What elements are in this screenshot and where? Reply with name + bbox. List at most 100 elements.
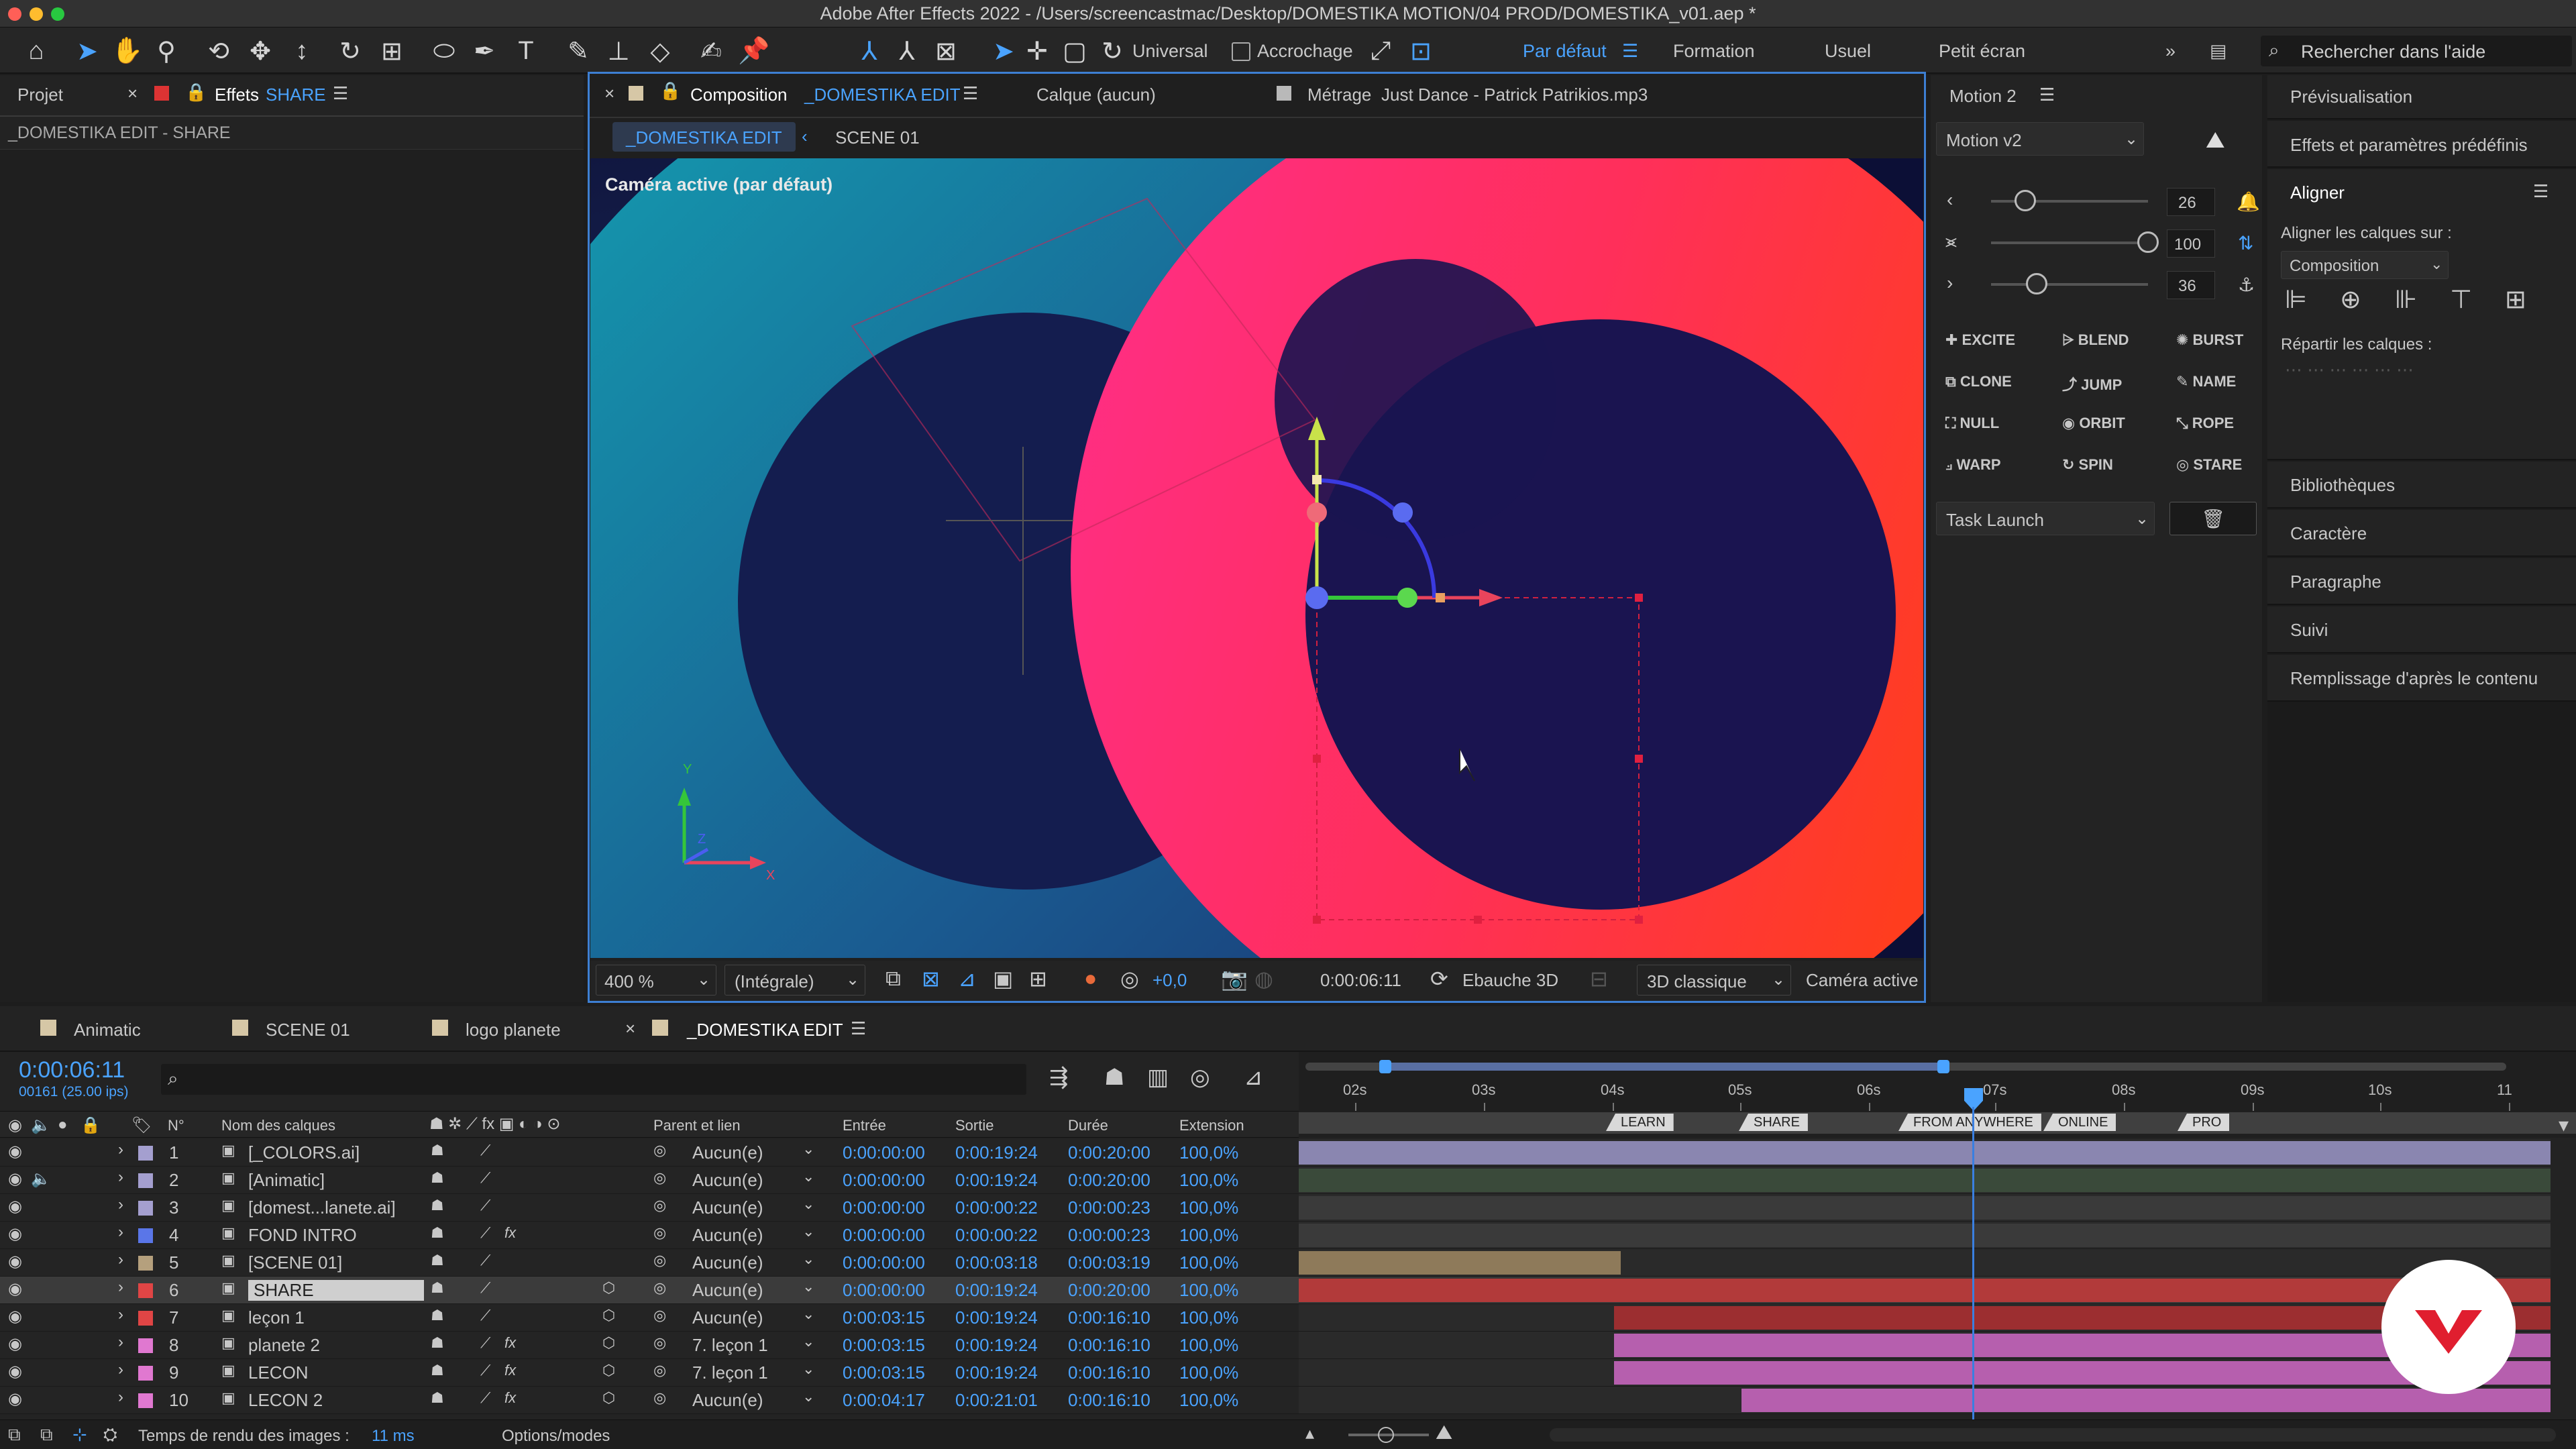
region-of-interest-icon[interactable]: ▣: [993, 966, 1013, 991]
label-color-swatch[interactable]: [138, 1366, 153, 1381]
quality-switch-icon[interactable]: ⟋: [480, 1362, 490, 1379]
label-color-swatch[interactable]: [138, 1311, 153, 1326]
layer-in-point[interactable]: 0:00:03:15: [843, 1362, 925, 1383]
eye-icon[interactable]: ◉: [8, 1252, 22, 1271]
shy-switch-icon[interactable]: ☗: [431, 1197, 444, 1214]
quality-switch-icon[interactable]: ⟋: [480, 1389, 490, 1407]
lock-icon[interactable]: 🔒: [659, 80, 681, 101]
close-comp-tab-icon[interactable]: ×: [604, 83, 614, 104]
jump-button[interactable]: ⤴ JUMP: [2062, 373, 2122, 394]
name-button[interactable]: ✎ NAME: [2176, 373, 2236, 390]
shy-switch-icon[interactable]: ☗: [431, 1252, 444, 1269]
close-tab-icon[interactable]: ×: [625, 1018, 635, 1039]
stamp-tool-icon[interactable]: ⊥: [601, 34, 636, 68]
sync-settings-icon[interactable]: ▤: [2210, 41, 2227, 62]
layer-stretch[interactable]: 100,0%: [1179, 1335, 1238, 1356]
frame-blending-icon[interactable]: ▥: [1147, 1064, 1169, 1091]
dolly-tool-icon[interactable]: ↕: [284, 34, 319, 68]
layer-out-point[interactable]: 0:00:19:24: [955, 1280, 1038, 1301]
comp-marker[interactable]: LEARN: [1606, 1114, 1674, 1131]
parent-dropdown[interactable]: Aucun(e): [692, 1225, 763, 1246]
slider-ease-in-thumb[interactable]: [2015, 190, 2037, 211]
3d-layer-icon[interactable]: ⬡: [602, 1362, 615, 1379]
layer-duration[interactable]: 0:00:20:00: [1068, 1142, 1150, 1163]
panel-menu-icon[interactable]: ☰: [963, 83, 978, 104]
excite-button[interactable]: ✚ EXCITE: [1945, 331, 2015, 349]
zoom-in-icon[interactable]: ⛰: [1436, 1421, 1452, 1444]
chevron-right-icon[interactable]: ›: [118, 1250, 123, 1269]
layer-row[interactable]: ◉ › 9 ▣ LECON ☗ ⟋ fx ⬡ ◎ 7. leçon 1 ⌄ 0:00:03:15 0:00…: [0, 1359, 1299, 1387]
eye-icon[interactable]: ◉: [8, 1334, 22, 1354]
label-color-swatch[interactable]: [138, 1393, 153, 1408]
layer-row[interactable]: ◉ › 3 ▣ [domest...lanete.ai] ☗ ⟋ ◎ Aucun(e) ⌄ 0:00…: [0, 1194, 1299, 1222]
layer-stretch[interactable]: 100,0%: [1179, 1225, 1238, 1246]
eye-icon[interactable]: ◉: [8, 1116, 22, 1135]
workspace-usuel[interactable]: Usuel: [1825, 41, 1871, 62]
pick-whip-icon[interactable]: ◎: [653, 1142, 666, 1159]
parent-dropdown[interactable]: Aucun(e): [692, 1280, 763, 1301]
pick-whip-icon[interactable]: ◎: [653, 1362, 666, 1379]
layer-in-point[interactable]: 0:00:00:00: [843, 1225, 925, 1246]
zoom-tool-icon[interactable]: ⚲: [149, 34, 184, 68]
audio-icon[interactable]: 🔈: [31, 1169, 51, 1189]
blend-button[interactable]: ⩥ BLEND: [2062, 331, 2129, 349]
timeline-scrollbar[interactable]: [1550, 1428, 2556, 1442]
comp-marker[interactable]: PRO: [2178, 1114, 2230, 1131]
quality-switch-icon[interactable]: ⟋: [480, 1334, 490, 1352]
world-axis-icon[interactable]: ⅄: [890, 34, 924, 68]
resolution-dropdown[interactable]: (Intégrale) ⌄: [724, 965, 865, 996]
layer-tab[interactable]: Calque (aucun): [1036, 85, 1156, 105]
comp-marker[interactable]: ONLINE: [2043, 1114, 2116, 1131]
fast-preview-icon[interactable]: ⧉: [885, 966, 901, 991]
swap-icon[interactable]: ⇅: [2238, 232, 2253, 254]
layer-name[interactable]: leçon 1: [248, 1307, 305, 1328]
pick-whip-icon[interactable]: ◎: [653, 1224, 666, 1242]
chevron-right-icon[interactable]: ›: [118, 1360, 123, 1379]
chevron-right-icon[interactable]: ›: [118, 1388, 123, 1407]
comp-nav-child[interactable]: SCENE 01: [835, 127, 920, 148]
3d-layer-icon[interactable]: ⬡: [602, 1334, 615, 1352]
view-axis-icon[interactable]: ⊠: [928, 34, 963, 68]
3d-layer-icon[interactable]: ⬡: [602, 1279, 615, 1297]
layer-out-point[interactable]: 0:00:19:24: [955, 1307, 1038, 1328]
rope-button[interactable]: ⤡ ROPE: [2176, 415, 2234, 432]
parent-dropdown[interactable]: Aucun(e): [692, 1390, 763, 1411]
layer-row[interactable]: ◉ › 1 ▣ [_COLORS.ai] ☗ ⟋ ◎ Aucun(e) ⌄ 0:00:00:00 0:…: [0, 1139, 1299, 1167]
pick-whip-icon[interactable]: ◎: [653, 1307, 666, 1324]
panel-menu-icon[interactable]: ☰: [851, 1018, 866, 1039]
snapshot-icon[interactable]: 📷: [1221, 966, 1248, 991]
shy-layers-icon[interactable]: ☗: [1104, 1064, 1124, 1091]
help-search[interactable]: ⌕ Rechercher dans l'aide: [2261, 36, 2572, 66]
ellipse-tool-icon[interactable]: ⬭: [427, 34, 462, 68]
slider-ease-out-thumb[interactable]: [2025, 273, 2047, 294]
pan-tool-icon[interactable]: ✥: [243, 34, 278, 68]
layer-duration[interactable]: 0:00:03:19: [1068, 1252, 1150, 1273]
composition-viewer[interactable]: Caméra active (par défaut) Y X Z: [590, 158, 1923, 958]
libraries-section[interactable]: Bibliothèques: [2267, 462, 2576, 508]
layer-search-input[interactable]: ⌕: [161, 1064, 1026, 1095]
layer-row[interactable]: ◉ › 5 ▣ [SCENE 01] ☗ ⟋ ◎ Aucun(e) ⌄ 0:00:00:00 0:00…: [0, 1249, 1299, 1277]
slider-ease-in-value[interactable]: 26: [2167, 188, 2215, 216]
grid-guides-icon[interactable]: ⊞: [1029, 966, 1047, 991]
render-status-icon[interactable]: ⧉: [8, 1424, 21, 1446]
layer-name[interactable]: LECON: [248, 1362, 309, 1383]
footage-tab-name[interactable]: Just Dance - Patrick Patrikios.mp3: [1381, 85, 1648, 105]
shy-switch-icon[interactable]: ☗: [431, 1142, 444, 1159]
mountains-icon[interactable]: ⛰: [2206, 127, 2225, 154]
brush-tool-icon[interactable]: ✎: [561, 34, 596, 68]
close-tab-icon[interactable]: ×: [127, 83, 138, 104]
transparency-grid-icon[interactable]: ⊠: [922, 966, 940, 991]
eye-icon[interactable]: ◉: [8, 1389, 22, 1409]
universal-move-icon[interactable]: ✛: [1020, 34, 1055, 68]
layer-in-point[interactable]: 0:00:00:00: [843, 1170, 925, 1191]
layer-in-point[interactable]: 0:00:00:00: [843, 1197, 925, 1218]
quality-switch-icon[interactable]: ⟋: [480, 1142, 490, 1159]
layer-switches-icon[interactable]: ⧉: [40, 1424, 53, 1446]
render-time-icon[interactable]: ⛭: [103, 1424, 117, 1446]
rotate-tool-icon[interactable]: ↻: [333, 34, 368, 68]
quality-switch-icon[interactable]: ⟋: [480, 1279, 490, 1297]
motion-version-dropdown[interactable]: Motion v2 ⌄: [1936, 122, 2144, 156]
pick-whip-icon[interactable]: ◎: [653, 1334, 666, 1352]
layer-out-point[interactable]: 0:00:19:24: [955, 1142, 1038, 1163]
trash-button[interactable]: 🗑: [2169, 502, 2257, 535]
